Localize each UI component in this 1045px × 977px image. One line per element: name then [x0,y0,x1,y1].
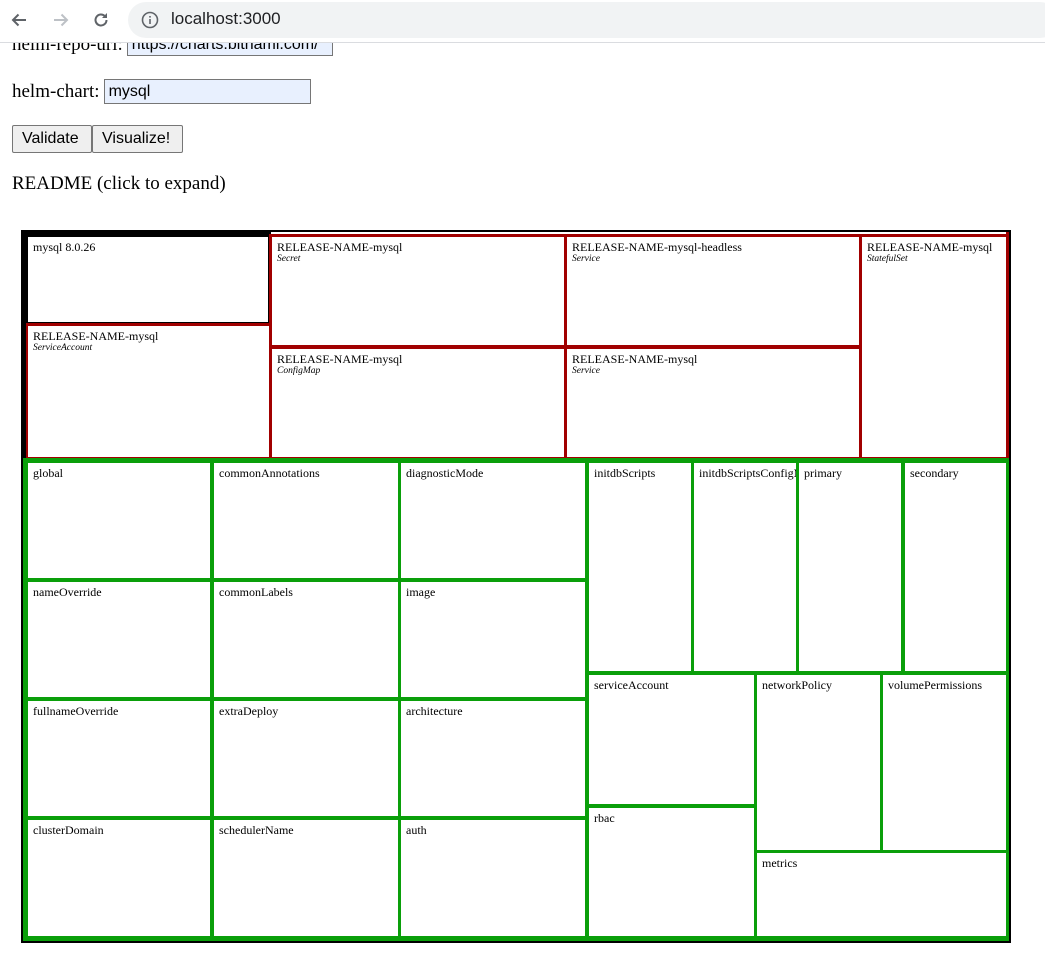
chart-label: helm-chart: [12,80,100,102]
readme-toggle[interactable]: README (click to expand) [12,173,226,195]
resources-group-border [23,232,1009,462]
back-arrow-icon [11,13,26,27]
page: helm-repo-url: helm-chart: Validate Visu… [0,0,1045,977]
address-bar[interactable]: localhost:3000 [128,2,1045,38]
reload-icon [94,13,108,27]
reload-button[interactable] [88,7,114,33]
validate-button[interactable]: Validate [12,125,92,153]
browser-toolbar: localhost:3000 [0,0,1045,43]
forward-arrow-icon [54,13,69,27]
back-button[interactable] [6,7,32,33]
chart-input[interactable] [103,79,311,104]
url-text[interactable]: localhost:3000 [171,9,281,29]
values-group-border [23,458,1009,941]
chart-treemap: mysql 8.0.26 RELEASE-NAME-mysql ServiceA… [21,230,1011,943]
chart-row: helm-chart: [12,79,311,104]
visualize-button[interactable]: Visualize! [92,125,183,153]
forward-button[interactable] [48,7,74,33]
info-icon[interactable] [141,11,159,29]
